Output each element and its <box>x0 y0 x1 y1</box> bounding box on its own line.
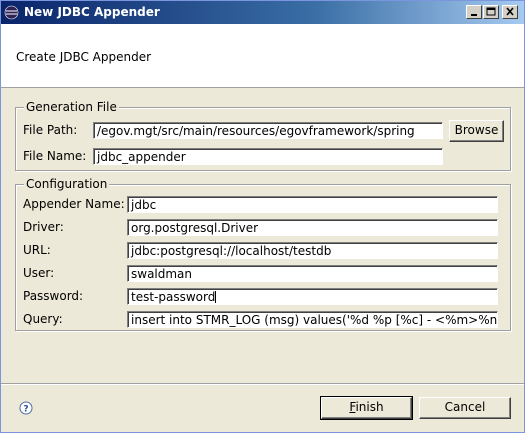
svg-text:?: ? <box>23 405 28 415</box>
close-button[interactable] <box>502 5 518 19</box>
banner-message: Create JDBC Appender <box>16 50 152 64</box>
minimize-icon <box>471 14 477 16</box>
driver-input[interactable]: org.postgresql.Driver <box>127 219 498 236</box>
url-input[interactable]: jdbc:postgresql://localhost/testdb <box>127 242 498 259</box>
query-label: Query: <box>23 312 63 326</box>
finish-button[interactable]: Finish <box>320 396 413 420</box>
password-label: Password: <box>23 289 84 303</box>
text-cursor <box>215 291 217 303</box>
minimize-button[interactable] <box>466 5 482 19</box>
user-label: User: <box>23 266 55 280</box>
file-path-label: File Path: <box>23 123 78 137</box>
finish-label-rest: inish <box>355 400 384 414</box>
window-title: New JDBC Appender <box>24 5 160 19</box>
driver-label: Driver: <box>23 220 64 234</box>
help-icon[interactable]: ? <box>19 401 33 415</box>
password-input[interactable]: test-password <box>127 288 498 305</box>
appender-name-label: Appender Name: <box>23 197 125 211</box>
file-path-input[interactable]: /egov.mgt/src/main/resources/egovframewo… <box>93 122 443 139</box>
maximize-button[interactable] <box>483 5 499 19</box>
query-input[interactable]: insert into STMR_LOG (msg) values('%d %p… <box>127 311 498 328</box>
dialog-window: New JDBC Appender Create JDBC Appender G… <box>0 0 525 433</box>
eclipse-icon <box>4 5 19 20</box>
url-label: URL: <box>23 243 51 257</box>
appender-name-input[interactable]: jdbc <box>127 196 498 213</box>
cancel-button[interactable]: Cancel <box>419 397 511 419</box>
dialog-banner: Create JDBC Appender <box>1 24 524 88</box>
configuration-group-title: Configuration <box>24 177 110 191</box>
footer-separator <box>1 383 524 385</box>
title-bar[interactable]: New JDBC Appender <box>1 1 524 24</box>
maximize-icon <box>486 7 496 16</box>
close-icon <box>506 7 514 16</box>
user-input[interactable]: swaldman <box>127 265 498 282</box>
file-name-input[interactable]: jdbc_appender <box>93 148 443 165</box>
browse-button[interactable]: Browse <box>449 120 504 142</box>
password-value: test-password <box>131 290 216 304</box>
file-name-label: File Name: <box>23 149 87 163</box>
generation-file-group-title: Generation File <box>24 100 119 114</box>
